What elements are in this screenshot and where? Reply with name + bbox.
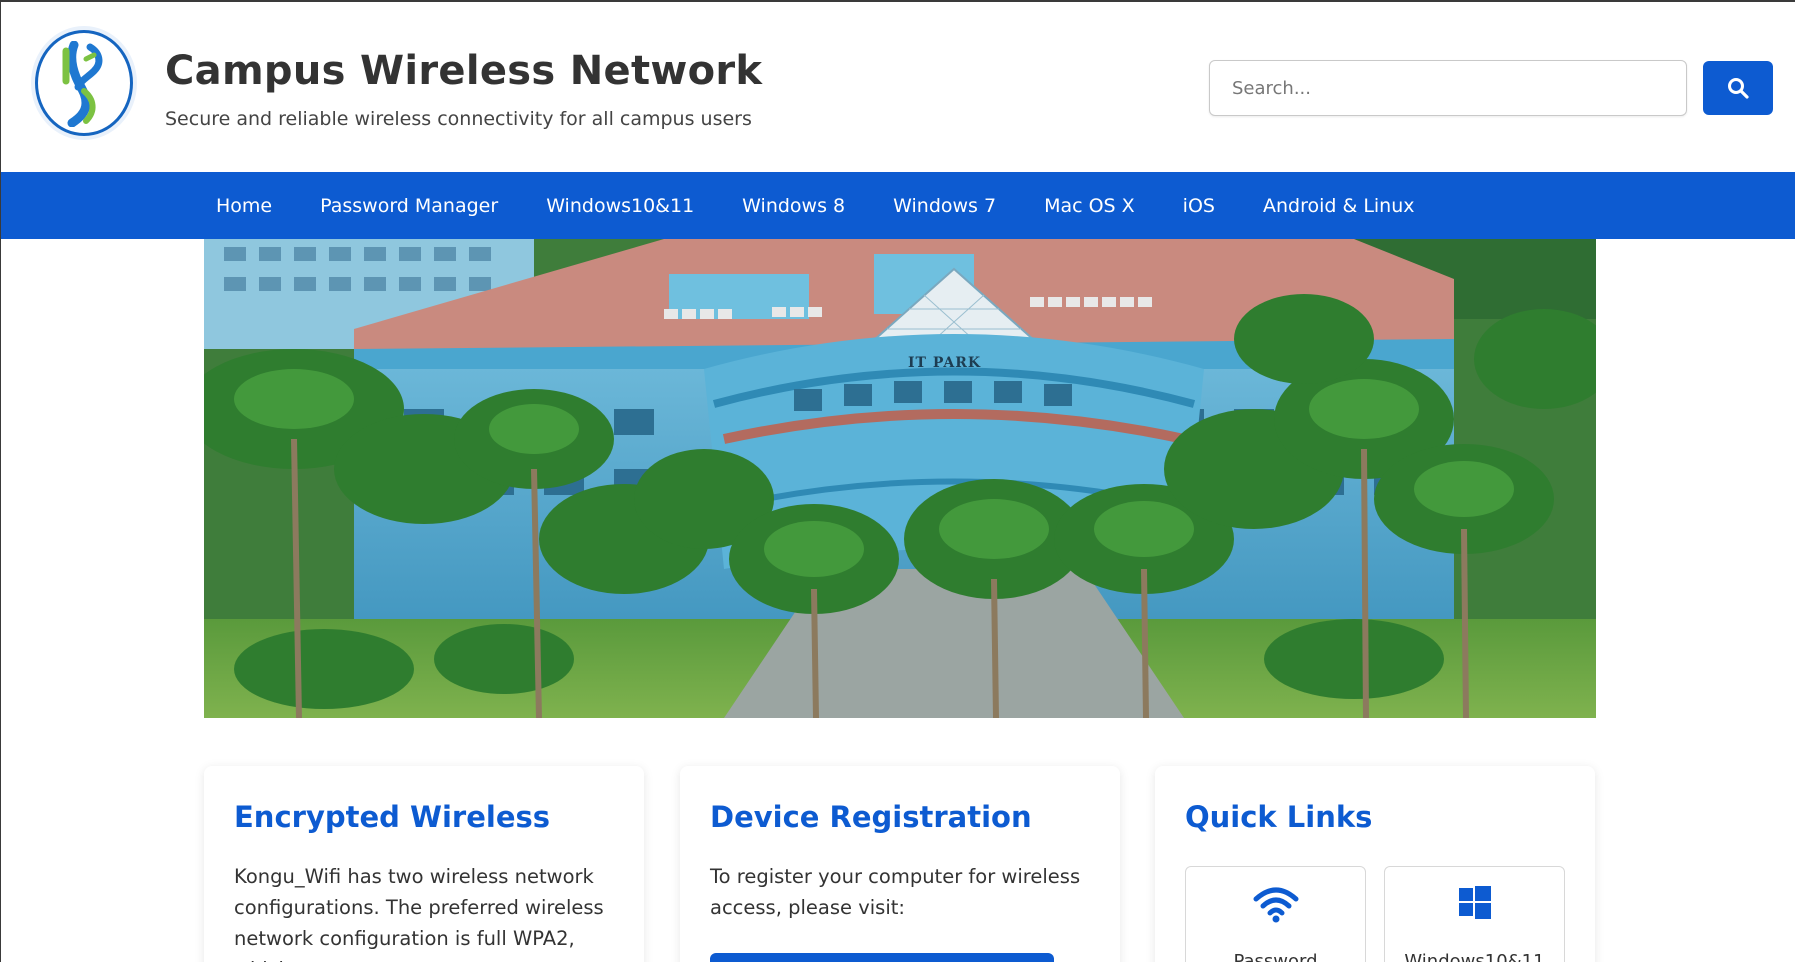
browser-viewport: Campus Wireless Network Secure and relia… — [0, 0, 1795, 962]
nav-item-windows-8[interactable]: Windows 8 — [742, 195, 845, 217]
nav-item-windows10-11[interactable]: Windows10&11 — [546, 195, 694, 217]
site-header: Campus Wireless Network Secure and relia… — [1, 2, 1795, 172]
hero-campus-image: IT PARK — [204, 239, 1596, 718]
search-input[interactable] — [1209, 60, 1687, 116]
nav-item-mac-os-x[interactable]: Mac OS X — [1044, 195, 1135, 217]
card-title-encrypted-wireless: Encrypted Wireless — [234, 800, 551, 834]
card-quick-links: Quick Links Password Windows10&11 — [1155, 766, 1595, 962]
card-title-device-registration: Device Registration — [710, 800, 1032, 834]
main-nav: Home Password Manager Windows10&11 Windo… — [1, 172, 1795, 239]
site-title: Campus Wireless Network — [165, 48, 763, 94]
kongu-logo-icon — [62, 41, 103, 127]
nav-item-home[interactable]: Home — [216, 195, 272, 217]
wifi-icon — [1253, 887, 1298, 923]
site-tagline: Secure and reliable wireless connectivit… — [165, 108, 752, 130]
nav-item-windows-7[interactable]: Windows 7 — [893, 195, 996, 217]
quick-link-label-password: Password — [1233, 951, 1318, 962]
campus-building-illustration: IT PARK — [204, 239, 1596, 718]
nav-item-password-manager[interactable]: Password Manager — [320, 195, 498, 217]
card-text-device-registration: To register your computer for wireless a… — [710, 865, 1081, 919]
nav-item-ios[interactable]: iOS — [1183, 195, 1215, 217]
quick-link-label-windows10-11: Windows10&11 — [1404, 951, 1545, 962]
card-text-encrypted-wireless: Kongu_Wifi has two wireless network conf… — [234, 865, 604, 962]
building-sign: IT PARK — [908, 355, 981, 371]
windows-icon — [1458, 886, 1491, 919]
nav-item-android-linux[interactable]: Android & Linux — [1263, 195, 1415, 217]
quick-link-windows10-11[interactable]: Windows10&11 — [1384, 866, 1565, 962]
nav-list: Home Password Manager Windows10&11 Windo… — [216, 172, 1415, 239]
card-device-registration: Device Registration To register your com… — [680, 766, 1120, 962]
card-encrypted-wireless: Encrypted Wireless Kongu_Wifi has two wi… — [204, 766, 644, 962]
search-icon — [1728, 78, 1749, 99]
register-device-button[interactable] — [710, 953, 1054, 962]
card-title-quick-links: Quick Links — [1185, 800, 1373, 834]
quick-link-password[interactable]: Password — [1185, 866, 1366, 962]
search-button[interactable] — [1703, 61, 1773, 115]
site-logo[interactable] — [35, 30, 133, 136]
